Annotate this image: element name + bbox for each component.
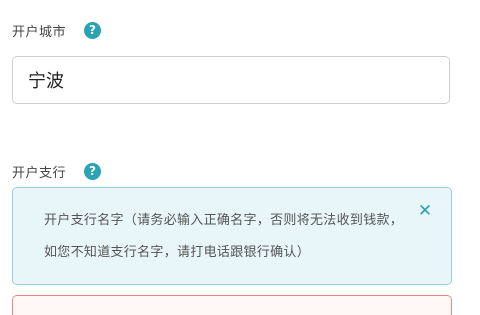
account-branch-tip: 开户支行名字（请务必输入正确名字，否则将无法收到钱款，如您不知道支行名字，请打电… [12,187,452,285]
question-circle-icon[interactable]: ? [84,162,102,180]
account-branch-label: 开户支行 [12,165,67,181]
account-branch-input[interactable] [12,295,452,315]
account-city-label-row: 开户城市 ? [12,16,102,44]
account-city-label: 开户城市 [12,24,67,40]
tip-text: 开户支行名字（请务必输入正确名字，否则将无法收到钱款，如您不知道支行名字，请打电… [44,213,404,260]
account-branch-label-row: 开户支行 ? [12,157,102,185]
account-city-input[interactable] [12,56,450,104]
close-icon[interactable]: ✕ [417,203,433,220]
question-circle-icon[interactable]: ? [84,21,102,39]
